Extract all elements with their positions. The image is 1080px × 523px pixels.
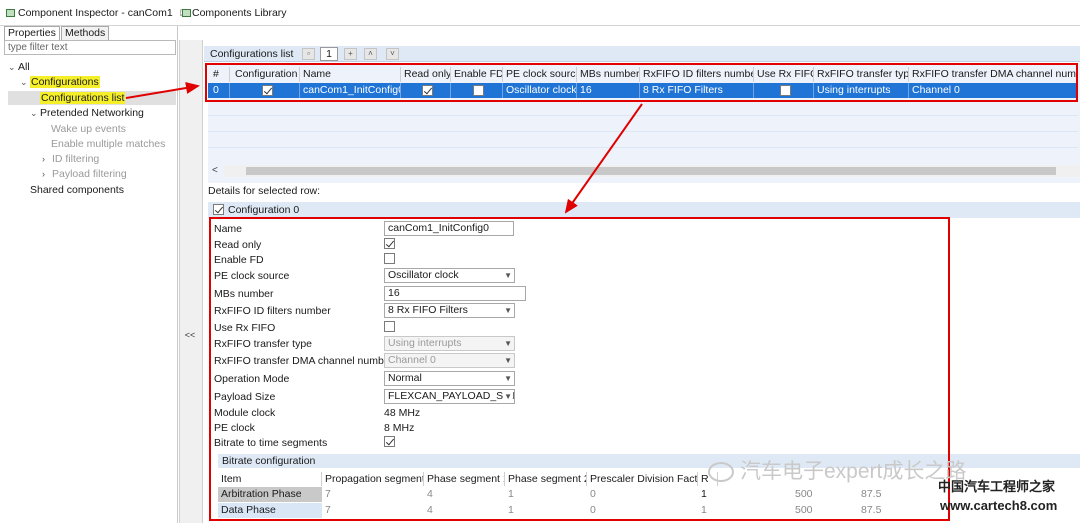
wechat-icon: [708, 462, 734, 483]
watermark-text: 汽车电子expert成长之路: [708, 455, 966, 485]
arrow-to-list: [125, 82, 200, 99]
watermark-url: www.cartech8.com: [940, 498, 1058, 513]
annotation-arrows: [125, 82, 643, 214]
watermark-site-name: 中国汽车工程师之家: [938, 479, 1056, 494]
arrow-to-details: [564, 103, 643, 214]
